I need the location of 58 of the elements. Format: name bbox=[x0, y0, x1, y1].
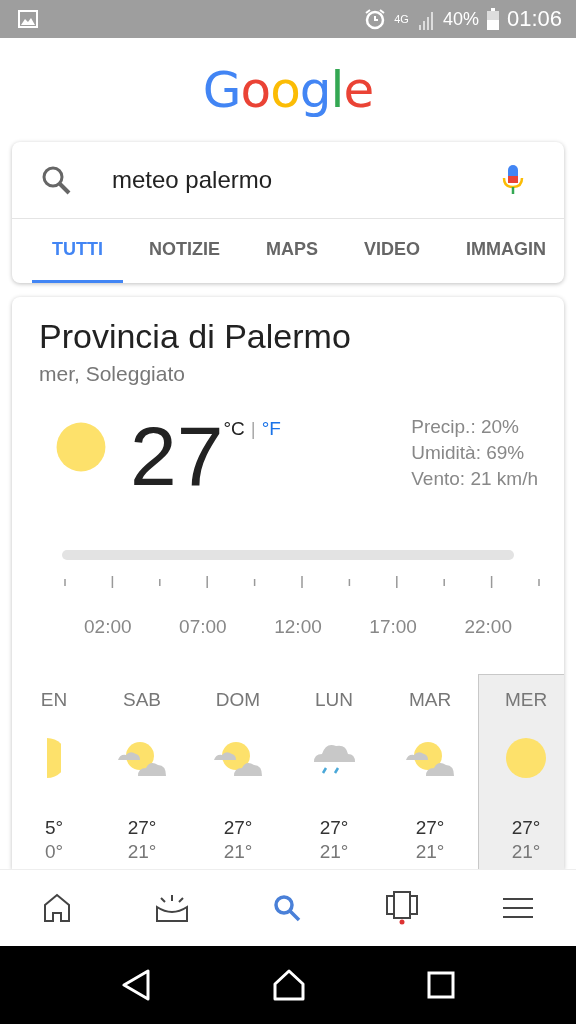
forecast-day[interactable]: EN 5° 0° bbox=[36, 674, 72, 869]
time-label: 22:00 bbox=[464, 616, 512, 638]
forecast-day[interactable]: MER 27° 21° bbox=[478, 674, 564, 869]
search-tab[interactable]: NOTIZIE bbox=[129, 219, 240, 283]
day-name: MAR bbox=[408, 689, 452, 712]
search-tab[interactable]: MAPS bbox=[246, 219, 338, 283]
low-temperature: 21° bbox=[319, 841, 349, 863]
microphone-icon[interactable] bbox=[502, 164, 524, 196]
image-icon bbox=[18, 10, 38, 28]
day-name: DOM bbox=[215, 689, 261, 712]
battery-icon bbox=[486, 8, 499, 30]
sun-and-clouds-icon bbox=[404, 740, 456, 776]
weather-subtitle: mer, Soleggiato bbox=[38, 362, 186, 386]
forecast-day[interactable]: MAR 27° 21° bbox=[382, 674, 478, 869]
day-name: EN bbox=[40, 689, 68, 712]
high-temperature: 27° bbox=[127, 817, 157, 839]
search-query[interactable]: meteo palermo bbox=[112, 166, 462, 194]
time-label: 12:00 bbox=[274, 616, 322, 638]
battery-percent: 40% bbox=[442, 8, 479, 30]
low-temperature: 21° bbox=[511, 841, 541, 863]
high-temperature: 27° bbox=[319, 817, 349, 839]
clock-time: 01:06 bbox=[506, 6, 562, 32]
low-temperature: 21° bbox=[223, 841, 253, 863]
time-label: 17:00 bbox=[369, 616, 417, 638]
sun-and-clouds-icon bbox=[116, 740, 168, 776]
temperature: 27 bbox=[130, 414, 224, 498]
day-name: MER bbox=[504, 689, 548, 712]
high-temperature: 5° bbox=[44, 817, 64, 839]
location-title: Provincia di Palermo bbox=[38, 317, 352, 356]
high-temperature: 27° bbox=[511, 817, 541, 839]
timeline-track[interactable] bbox=[62, 550, 514, 560]
unit-separator: | bbox=[250, 418, 256, 441]
high-temperature: 27° bbox=[223, 817, 253, 839]
weather-detail: Precip.: 20% bbox=[411, 415, 520, 439]
google-logo: Google bbox=[202, 61, 374, 119]
weather-detail: Umidità: 69% bbox=[411, 441, 526, 465]
sun-icon bbox=[47, 738, 61, 778]
celsius-unit[interactable]: °C bbox=[223, 418, 245, 498]
forecast-day[interactable]: DOM 27° 21° bbox=[190, 674, 286, 869]
network-type: 4G bbox=[394, 13, 409, 25]
low-temperature: 21° bbox=[127, 841, 157, 863]
search-tab[interactable]: IMMAGIN bbox=[446, 219, 564, 283]
day-name: LUN bbox=[315, 689, 353, 712]
search-tab[interactable]: TUTTI bbox=[32, 219, 123, 283]
low-temperature: 21° bbox=[415, 841, 445, 863]
time-label: 02:00 bbox=[84, 616, 132, 638]
search-icon[interactable] bbox=[40, 164, 72, 196]
low-temperature: 0° bbox=[44, 841, 64, 863]
alarm-clock-icon bbox=[364, 8, 387, 30]
fahrenheit-unit[interactable]: °F bbox=[261, 418, 281, 498]
high-temperature: 27° bbox=[415, 817, 445, 839]
forecast-day[interactable]: LUN 27° 21° bbox=[286, 674, 382, 869]
weather-detail: Vento: 21 km/h bbox=[411, 467, 538, 491]
sun-and-clouds-icon bbox=[212, 740, 264, 776]
forecast-day[interactable]: SAB 27° 21° bbox=[94, 674, 190, 869]
day-name: SAB bbox=[123, 689, 161, 712]
time-label: 07:00 bbox=[179, 616, 227, 638]
search-tab[interactable]: VIDEO bbox=[344, 219, 441, 283]
